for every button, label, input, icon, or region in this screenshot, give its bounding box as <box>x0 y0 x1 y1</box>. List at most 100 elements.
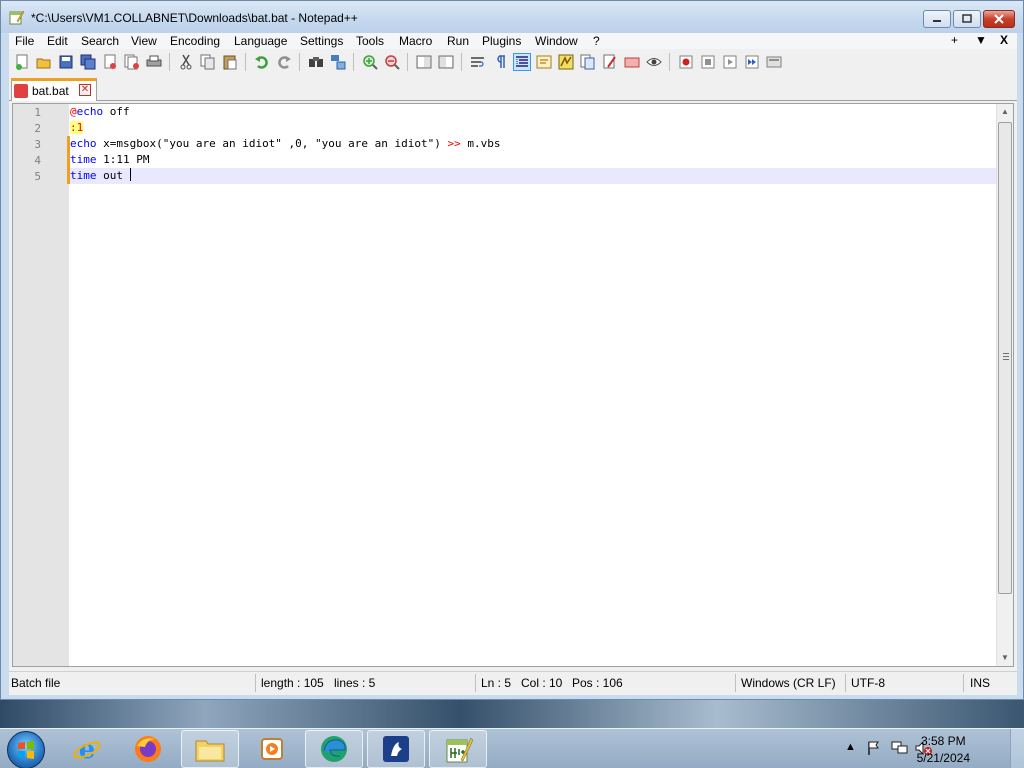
status-bar: Batch file length : 105 lines : 5 Ln : 5… <box>9 671 1017 693</box>
menu-file[interactable]: File <box>15 34 34 48</box>
code-line[interactable]: :1 <box>70 120 997 136</box>
stop-macro-button[interactable] <box>699 53 717 71</box>
new-file-button[interactable] <box>13 53 31 71</box>
menu-help[interactable]: ? <box>593 34 600 48</box>
monitoring-button[interactable] <box>645 53 663 71</box>
code-line[interactable]: time 1:11 PM <box>67 152 997 168</box>
action-center-flag-icon[interactable] <box>866 740 882 756</box>
code-text: x=msgbox("you are an idiot" ,0, "you are… <box>96 137 448 150</box>
eol-format[interactable]: Windows (CR LF) <box>741 676 836 690</box>
copy-button[interactable] <box>199 53 217 71</box>
folder-as-workspace-button[interactable] <box>601 53 619 71</box>
show-desktop-button[interactable] <box>1010 729 1024 768</box>
toolbar-separator <box>169 53 170 71</box>
minimize-button[interactable] <box>923 10 951 28</box>
close-window-button[interactable] <box>983 10 1015 28</box>
taskbar-firefox[interactable] <box>119 730 177 768</box>
play-macro-button[interactable] <box>721 53 739 71</box>
tab-bat-bat[interactable]: bat.bat ✕ <box>11 78 97 101</box>
start-button[interactable] <box>7 731 45 768</box>
code-text: out <box>96 169 130 182</box>
find-button[interactable] <box>307 53 325 71</box>
vertical-scrollbar[interactable]: ▲ ▼ <box>996 104 1013 666</box>
menu-view[interactable]: View <box>131 34 157 48</box>
current-code-line[interactable]: time out <box>67 168 997 184</box>
status-divider <box>845 674 846 692</box>
save-macro-icon <box>766 56 782 68</box>
taskbar-media-player[interactable] <box>243 730 301 768</box>
undo-button[interactable] <box>253 53 271 71</box>
function-list-button[interactable] <box>579 53 597 71</box>
editor[interactable]: 1 2 3 4 5 @echo off :1 echo x=msgbox("yo… <box>12 103 1014 667</box>
new-tab-button[interactable]: + <box>951 33 958 47</box>
notepadpp-icon <box>446 737 473 763</box>
panel-button[interactable] <box>623 53 641 71</box>
cursor-position: Pos : 106 <box>572 676 623 690</box>
document-map-button[interactable] <box>557 53 575 71</box>
grip-icon <box>1003 353 1009 361</box>
sync-horizontal-button[interactable] <box>437 53 455 71</box>
panel-icon <box>624 57 640 68</box>
indent-guide-button[interactable] <box>513 53 531 71</box>
scroll-up-icon[interactable]: ▲ <box>997 104 1013 120</box>
code-line[interactable]: @echo off <box>70 104 997 120</box>
close-document-button[interactable]: X <box>1000 33 1008 47</box>
save-macro-button[interactable] <box>765 53 783 71</box>
code-text: 1:11 PM <box>96 153 150 166</box>
menu-settings[interactable]: Settings <box>300 34 343 48</box>
taskbar-notepadpp[interactable] <box>429 730 487 768</box>
show-hidden-icons-icon[interactable]: ▲ <box>845 741 856 753</box>
menu-edit[interactable]: Edit <box>47 34 68 48</box>
udl-button[interactable] <box>535 53 553 71</box>
paste-button[interactable] <box>221 53 239 71</box>
menu-bar: File Edit Search View Encoding Language … <box>9 33 1017 49</box>
cut-icon <box>180 54 192 70</box>
taskbar-app[interactable] <box>367 730 425 768</box>
clock-time: 3:58 PM <box>920 734 966 748</box>
menu-window[interactable]: Window <box>535 34 578 48</box>
document-lines: lines : 5 <box>334 676 376 690</box>
menu-tools[interactable]: Tools <box>356 34 384 48</box>
word-wrap-button[interactable] <box>469 53 487 71</box>
title-bar[interactable]: *C:\Users\VM1.COLLABNET\Downloads\bat.ba… <box>1 1 1023 33</box>
close-icon <box>994 14 1004 24</box>
tab-bar: bat.bat ✕ <box>9 75 1017 101</box>
show-all-characters-button[interactable] <box>491 53 509 71</box>
menu-search[interactable]: Search <box>81 34 119 48</box>
record-macro-button[interactable] <box>677 53 695 71</box>
line-number: 1 <box>34 106 41 119</box>
close-button[interactable] <box>101 53 119 71</box>
run-macro-multiple-button[interactable] <box>743 53 761 71</box>
scrollbar-thumb[interactable] <box>998 122 1012 594</box>
cut-button[interactable] <box>177 53 195 71</box>
open-file-button[interactable] <box>35 53 53 71</box>
taskbar-internet-explorer[interactable]: e <box>58 730 116 768</box>
scroll-down-icon[interactable]: ▼ <box>997 650 1013 666</box>
save-button[interactable] <box>57 53 75 71</box>
code-line[interactable]: echo x=msgbox("you are an idiot" ,0, "yo… <box>67 136 997 152</box>
sync-vertical-button[interactable] <box>415 53 433 71</box>
zoom-in-button[interactable] <box>361 53 379 71</box>
close-all-button[interactable] <box>123 53 141 71</box>
maximize-button[interactable] <box>953 10 981 28</box>
save-all-button[interactable] <box>79 53 97 71</box>
zoom-out-button[interactable] <box>383 53 401 71</box>
change-marker <box>67 168 70 184</box>
redo-button[interactable] <box>275 53 293 71</box>
tab-list-button[interactable]: ▼ <box>975 33 987 47</box>
network-icon[interactable] <box>891 740 909 756</box>
menu-encoding[interactable]: Encoding <box>170 34 220 48</box>
menu-language[interactable]: Language <box>234 34 287 48</box>
encoding[interactable]: UTF-8 <box>851 676 885 690</box>
replace-button[interactable] <box>329 53 347 71</box>
taskbar-edge[interactable] <box>305 730 363 768</box>
menu-plugins[interactable]: Plugins <box>482 34 521 48</box>
taskbar-file-explorer[interactable] <box>181 730 239 768</box>
system-clock[interactable]: 3:58 PM 5/21/2024 <box>917 733 970 767</box>
print-button[interactable] <box>145 53 163 71</box>
menu-run[interactable]: Run <box>447 34 469 48</box>
restore-icon <box>962 14 972 23</box>
code-area[interactable]: @echo off :1 echo x=msgbox("you are an i… <box>67 104 997 666</box>
menu-macro[interactable]: Macro <box>399 34 432 48</box>
tab-close-icon[interactable]: ✕ <box>79 84 91 96</box>
